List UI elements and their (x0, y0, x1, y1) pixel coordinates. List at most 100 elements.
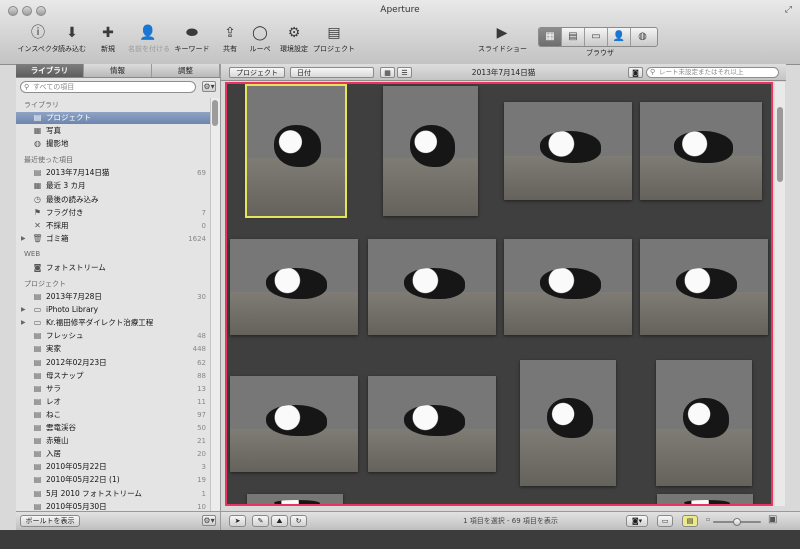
adjust-button[interactable]: ⚙ 環境設定 (274, 24, 314, 54)
disclosure-triangle-icon[interactable]: ▶ (21, 317, 26, 329)
project-button[interactable]: ▤ プロジェクト (310, 24, 358, 54)
photo-thumbnail[interactable] (657, 494, 753, 504)
sidebar-item[interactable]: ▦ 最近 3 カ月 (16, 180, 210, 192)
sort-popup[interactable]: プロジェクト (229, 67, 285, 78)
sidebar-item[interactable]: ▤ ねこ 97 (16, 409, 210, 421)
fullscreen-icon[interactable]: ⤢ (785, 5, 792, 15)
loupe-icon: ◯ (252, 25, 268, 41)
metadata-view-icon[interactable]: ▤ (682, 515, 698, 527)
photo-thumbnail[interactable] (504, 239, 632, 335)
share-icon: ⇪ (224, 25, 236, 41)
list-toggle-icon[interactable]: ☰ (397, 67, 412, 78)
sidebar-item[interactable]: ◙ フォトストリーム (16, 262, 210, 274)
toolbar-label: 名前を付ける (128, 45, 170, 53)
filter-hud-icon[interactable]: ◙ (628, 67, 643, 78)
desktop-background (0, 530, 800, 549)
import-button[interactable]: ⬇ 読み込む (52, 24, 92, 54)
window-title: Aperture (380, 5, 420, 15)
photo-browser-grid[interactable] (225, 82, 773, 506)
photo-thumbnail[interactable] (640, 239, 768, 335)
sidebar-item-label: 入居 (46, 449, 61, 459)
photo-thumbnail[interactable] (368, 239, 496, 335)
sidebar-item[interactable]: ▤ 母スナップ 88 (16, 370, 210, 382)
view-mode-segment[interactable]: ▦ ▤ ▭ 👤 ◍ (538, 27, 658, 47)
item-count: 448 (192, 345, 206, 354)
new-button[interactable]: ✚ 新規 (88, 24, 128, 54)
toolbar-label: 読み込む (58, 45, 86, 53)
sidebar-item[interactable]: ▤ 2013年7月28日 30 (16, 291, 210, 303)
slideshow-button[interactable]: ▶ スライドショー (478, 24, 527, 54)
show-vaults-button[interactable]: ボールトを表示 (20, 515, 80, 527)
sidebar-item[interactable]: ▤ 2010年05月22日 (1) 19 (16, 474, 210, 486)
viewer-icon[interactable]: ▭ (585, 28, 608, 46)
title-bar: Aperture ⤢ ⓘ インスペクタ ⬇ 読み込む ✚ 新規 👤 名前を付ける ⬬ キーワード ⇪… (0, 0, 800, 65)
sidebar-item-label: iPhoto Library (46, 305, 99, 315)
inspector-action-menu[interactable]: ⚙▾ (202, 515, 216, 526)
disclosure-triangle-icon[interactable]: ▶ (21, 304, 26, 316)
sidebar-item[interactable]: ▤ プロジェクト (16, 112, 210, 124)
photo-thumbnail[interactable] (247, 494, 343, 504)
split-view-icon[interactable]: ▤ (562, 28, 585, 46)
grid-toggle-icon[interactable]: ▦ (380, 67, 395, 78)
library-action-menu[interactable]: ⚙▾ (202, 81, 216, 92)
sidebar-item[interactable]: ⚑ フラグ付き 7 (16, 207, 210, 219)
sidebar-item[interactable]: ▤ 赤薙山 21 (16, 435, 210, 447)
photo-thumbnail[interactable] (520, 360, 616, 486)
browser-scrollbar[interactable] (775, 82, 785, 506)
sidebar-item[interactable]: ▤ 2010年05月22日 3 (16, 461, 210, 473)
sidebar-item[interactable]: ✕ 不採用 0 (16, 220, 210, 232)
sidebar-item-label: 母スナップ (46, 370, 84, 380)
photo-thumbnail[interactable] (504, 102, 632, 200)
project-item-icon: ▤ (33, 383, 42, 393)
large-thumb-icon: ▣ (768, 514, 778, 525)
sidebar-item[interactable]: ▤ 雲竜渓谷 50 (16, 422, 210, 434)
sidebar-item[interactable]: ◍ 撮影地 (16, 138, 210, 150)
sidebar-item[interactable]: ▤ レオ 11 (16, 396, 210, 408)
tab-1[interactable]: 情報 (84, 64, 152, 77)
sidebar-item[interactable]: ▦ 写真 (16, 125, 210, 137)
slider-knob[interactable] (733, 518, 741, 526)
browser-bottom-bar: ➤ ✎ ⛰ ↻ 1 項目を選択 - 69 項目を表示 ◙▾ ▭ ▤ ▫ ▣ (221, 511, 800, 531)
sidebar-item[interactable]: ▤ フレッシュ 48 (16, 330, 210, 342)
source-list-scrollbar[interactable] (210, 98, 220, 524)
places-view-icon[interactable]: ◍ (631, 28, 654, 46)
browser-scroll-thumb[interactable] (777, 107, 783, 182)
thumbnail-size-slider[interactable] (713, 518, 761, 526)
photo-thumbnail[interactable] (656, 360, 752, 486)
sidebar-item-label: 撮影地 (46, 139, 69, 149)
tab-2[interactable]: 調整 (152, 64, 220, 77)
slideshow-label: スライドショー (478, 45, 527, 53)
disclosure-triangle-icon[interactable]: ▶ (21, 233, 26, 245)
library-search-input[interactable]: すべての項目 (20, 81, 196, 93)
calendar-icon: ▦ (33, 181, 42, 191)
sidebar-item[interactable]: ▤ 入居 20 (16, 448, 210, 460)
photo-thumbnail[interactable] (230, 376, 358, 472)
sidebar-item[interactable]: ▤ 実家 448 (16, 343, 210, 355)
sidebar-item[interactable]: ▶ ▭ Kr.福田修平ダイレクト治療工程 (16, 317, 210, 329)
sidebar-item[interactable]: ◷ 最後の読み込み (16, 194, 210, 206)
sidebar-item[interactable]: ▤ 5月 2010 フォトストリーム 1 (16, 488, 210, 500)
keyword-button[interactable]: ⬬ キーワード (172, 24, 212, 54)
photo-thumbnail[interactable] (383, 86, 478, 216)
sidebar-item[interactable]: ▤ 2012年02月23日 62 (16, 357, 210, 369)
photo-thumbnail[interactable] (230, 239, 358, 335)
tab-0[interactable]: ライブラリ (16, 64, 84, 77)
sidebar-item[interactable]: ▤ サラ 13 (16, 383, 210, 395)
badge-overlay-icon[interactable]: ◙▾ (626, 515, 648, 527)
folder-icon: ▭ (33, 318, 42, 328)
sidebar-item[interactable]: ▶ ▭ iPhoto Library (16, 304, 210, 316)
sidebar-item[interactable]: ▶ 🗑 ゴミ箱 1624 (16, 233, 210, 245)
photo-thumbnail[interactable] (368, 376, 496, 472)
faces-view-icon[interactable]: 👤 (608, 28, 631, 46)
single-view-icon[interactable]: ▭ (657, 515, 673, 527)
grid-view-icon[interactable]: ▦ (539, 28, 562, 46)
photo-thumbnail[interactable] (640, 102, 762, 200)
source-list-scroll-thumb[interactable] (212, 100, 218, 126)
project-item-icon: ▤ (33, 409, 42, 419)
sidebar-item[interactable]: ▤ 2013年7月14日猫 69 (16, 167, 210, 179)
item-count: 3 (201, 463, 206, 472)
photo-thumbnail[interactable] (245, 84, 347, 218)
date-popup[interactable]: 日付 (290, 67, 374, 78)
filter-search-input[interactable]: レート未設定またはそれ以上 (646, 67, 779, 78)
name-faces-button[interactable]: 👤 名前を付ける (128, 24, 170, 54)
